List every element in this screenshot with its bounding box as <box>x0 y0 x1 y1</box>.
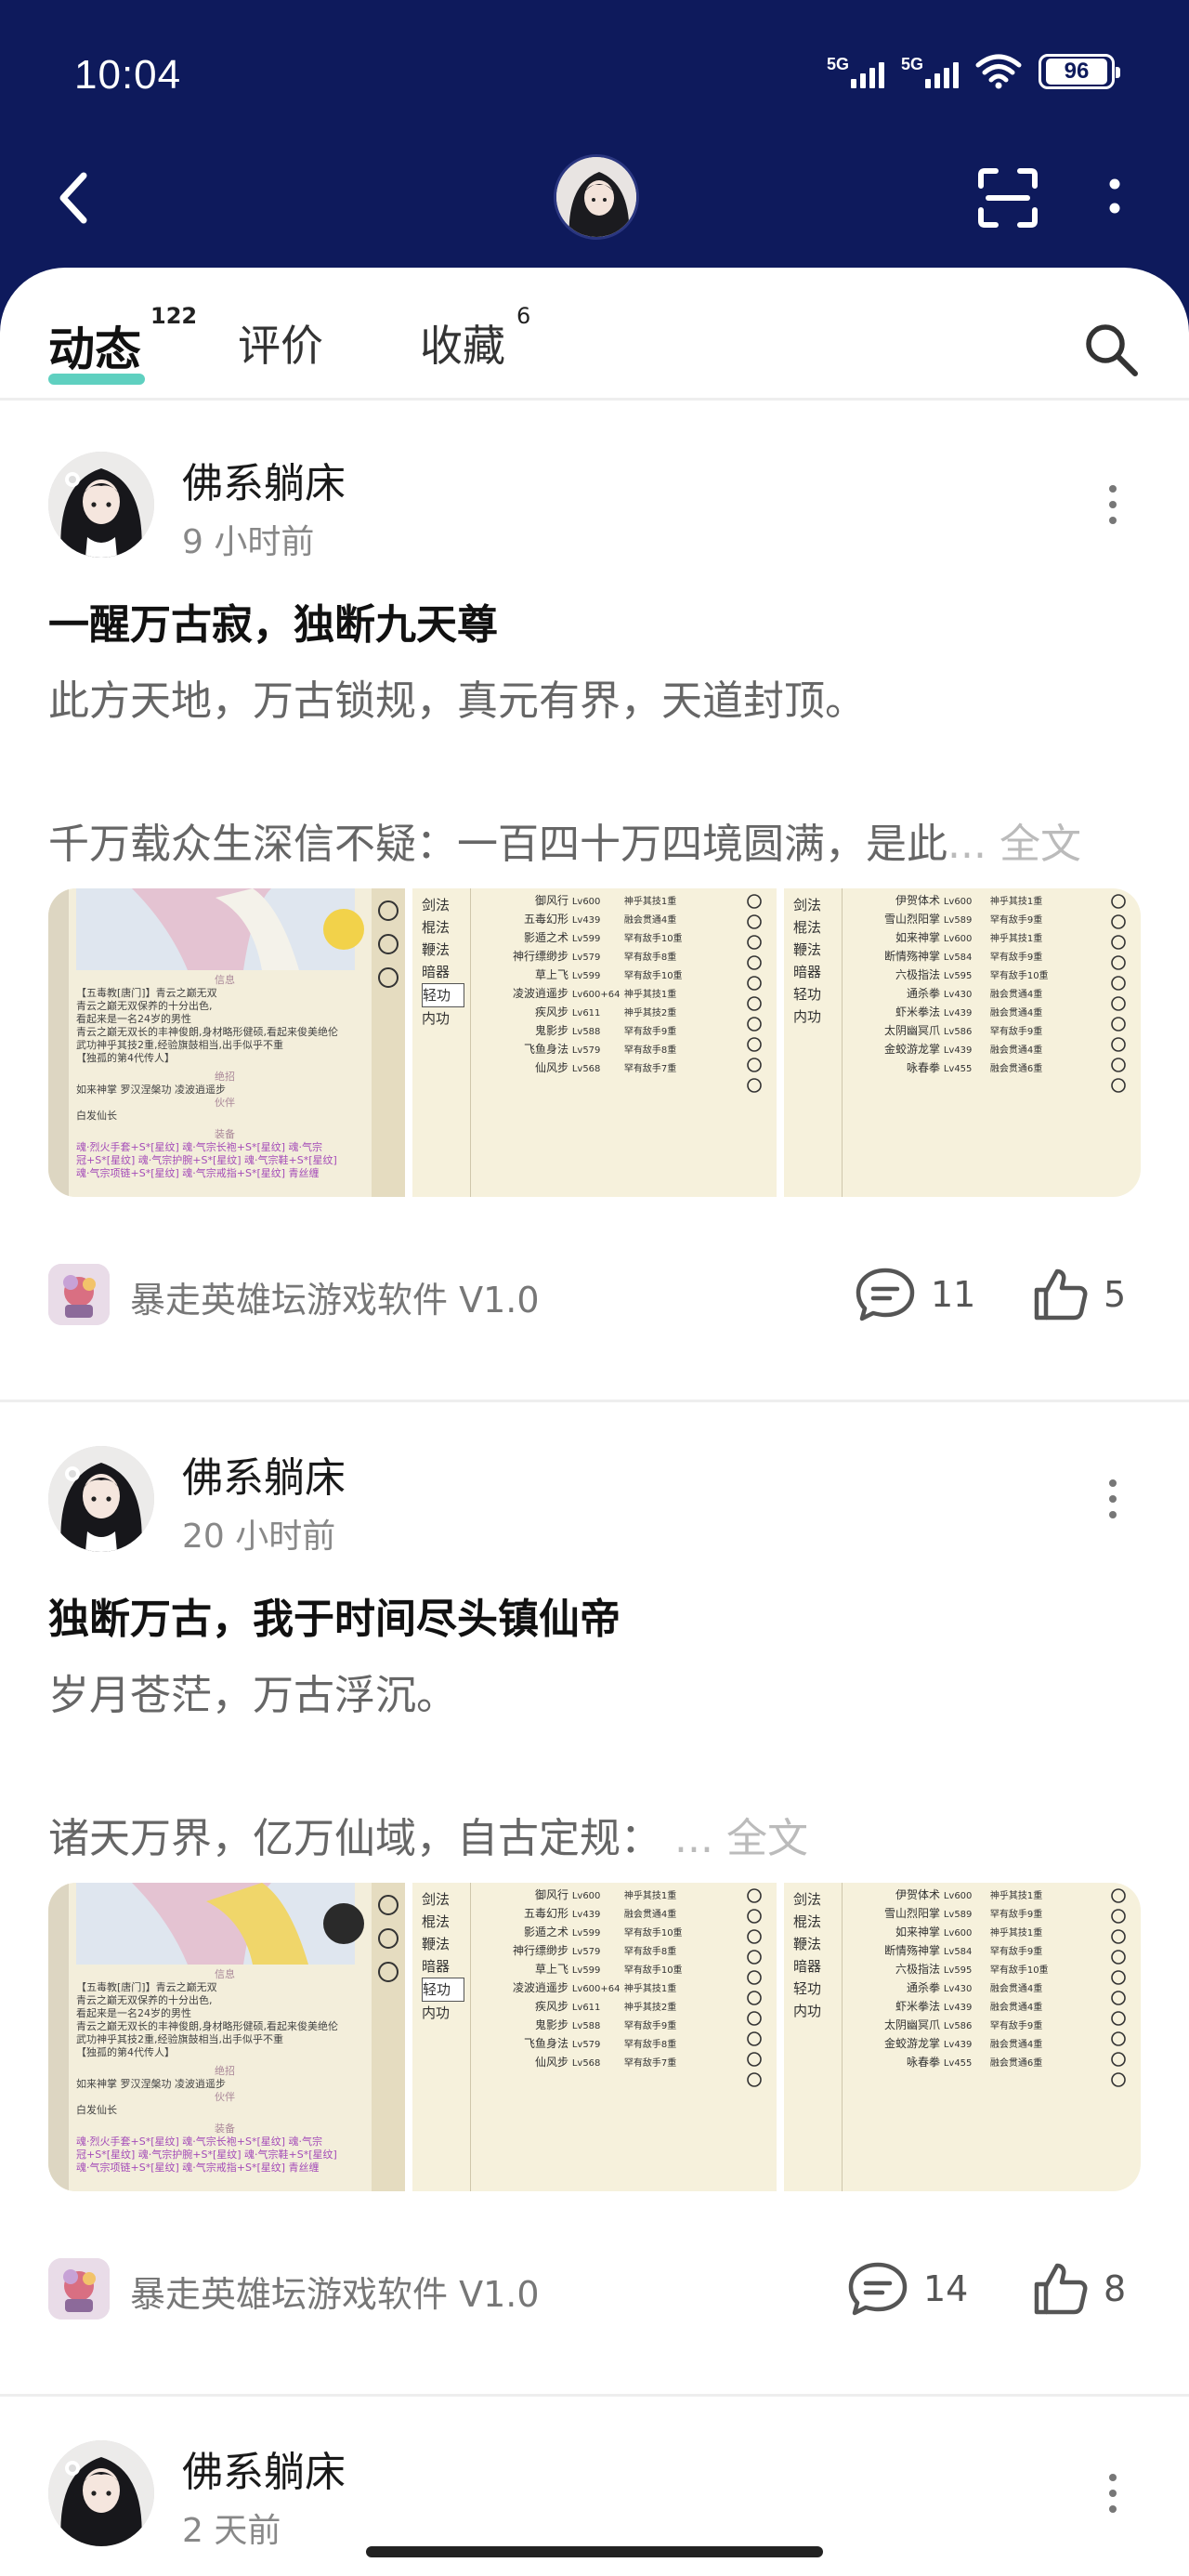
avatar-image <box>556 157 636 237</box>
home-indicator[interactable] <box>366 2546 823 2557</box>
battery-icon: 96 <box>1039 54 1120 89</box>
like-button[interactable]: 5 <box>1031 1262 1126 1327</box>
battery-level: 96 <box>1046 59 1107 85</box>
more-vertical-icon[interactable] <box>1102 2470 1124 2517</box>
game-screenshot-profile[interactable]: 信息 【五毒教[唐门]】青云之巅无双 青云之巅无双保养的十分出色, 看起来是一名… <box>48 888 405 1197</box>
scan-icon[interactable] <box>975 165 1040 230</box>
comment-button[interactable]: 11 <box>855 1262 975 1327</box>
comment-count: 11 <box>931 1274 976 1315</box>
like-button[interactable]: 8 <box>1031 2256 1126 2321</box>
post-time: 9 小时前 <box>182 523 315 561</box>
read-more-link[interactable]: ... 全文 <box>947 821 1081 868</box>
game-screenshot-skills[interactable]: 剑法 棍法 鞭法 暗器 轻功 内功 御风行 Lv600 神乎其技1重 五毒幻形 L… <box>412 1883 777 2191</box>
profile-avatar[interactable] <box>554 154 639 240</box>
like-count: 8 <box>1104 2268 1127 2309</box>
game-screenshot-profile[interactable]: 信息 【五毒教[唐门]】青云之巅无双 青云之巅无双保养的十分出色, 看起来是一名… <box>48 1883 405 2191</box>
app-name: 暴走英雄坛游戏软件 V1.0 <box>130 2274 540 2315</box>
comment-icon <box>848 2262 908 2316</box>
game-screenshot-skills-2[interactable]: 剑法 棍法 鞭法 暗器 轻功 内功 伊贺体术 Lv600 神乎其技1重 雪山烈阳掌… <box>784 888 1141 1197</box>
comment-icon <box>856 1268 915 1321</box>
app-tag[interactable]: 暴走英雄坛游戏软件 V1.0 14 8 <box>48 2253 1141 2327</box>
post-title[interactable]: 一醒万古寂，独断九天尊 <box>48 591 498 651</box>
read-more-link[interactable]: ... 全文 <box>674 1815 808 1862</box>
content-sheet: 动态 122 评价 收藏 6 佛系躺床 9 小时前 一醒万古寂，独断九天尊 此方… <box>0 268 1189 2576</box>
app-tag[interactable]: 暴走英雄坛游戏软件 V1.0 11 5 <box>48 1258 1141 1333</box>
back-button[interactable] <box>48 165 100 230</box>
thumbs-up-icon <box>1034 2263 1088 2315</box>
more-vertical-icon[interactable] <box>1102 1476 1124 1522</box>
thumbs-up-icon <box>1034 1268 1088 1321</box>
tab-dynamic-count: 122 <box>150 303 198 329</box>
app-icon <box>48 1264 110 1325</box>
author-avatar[interactable] <box>48 1446 154 1552</box>
search-icon[interactable] <box>1081 320 1141 379</box>
more-vertical-icon[interactable] <box>1096 167 1133 232</box>
wifi-icon <box>975 54 1022 89</box>
signal-icon: 5G <box>827 55 884 88</box>
post-paragraph: 诸天万界，亿万仙域，自古定规： ... 全文 <box>48 1815 808 1862</box>
post-images[interactable]: 信息 【五毒教[唐门]】青云之巅无双 青云之巅无双保养的十分出色, 看起来是一名… <box>48 888 1141 1197</box>
post-time: 20 小时前 <box>182 1518 336 1556</box>
author-name[interactable]: 佛系躺床 <box>182 450 346 509</box>
post-paragraph: 岁月苍茫，万古浮沉。 <box>48 1672 457 1719</box>
game-screenshot-skills[interactable]: 剑法 棍法 鞭法 暗器 轻功 内功 御风行 Lv600 神乎其技1重 五毒幻形 L… <box>412 888 777 1197</box>
tab-favorites-count: 6 <box>516 303 531 329</box>
signal-icon-2: 5G <box>901 55 959 88</box>
author-name[interactable]: 佛系躺床 <box>182 2438 346 2498</box>
tab-bar: 动态 122 评价 收藏 6 <box>0 268 1189 398</box>
app-name: 暴走英雄坛游戏软件 V1.0 <box>130 1280 540 1321</box>
game-screenshot-skills-2[interactable]: 剑法 棍法 鞭法 暗器 轻功 内功 伊贺体术 Lv600 神乎其技1重 雪山烈阳掌… <box>784 1883 1141 2191</box>
author-name[interactable]: 佛系躺床 <box>182 1444 346 1504</box>
tab-active-indicator <box>48 374 145 385</box>
comment-button[interactable]: 14 <box>847 2256 968 2321</box>
divider <box>0 1400 1189 1402</box>
post-paragraph: 千万载众生深信不疑：一百四十万四境圆满，是此... 全文 <box>48 821 1081 868</box>
comment-count: 14 <box>923 2268 969 2309</box>
like-count: 5 <box>1104 1274 1127 1315</box>
status-icons: 5G 5G 96 <box>827 54 1120 89</box>
divider <box>0 398 1189 401</box>
more-vertical-icon[interactable] <box>1102 481 1124 528</box>
post-images[interactable]: 信息 【五毒教[唐门]】青云之巅无双 青云之巅无双保养的十分出色, 看起来是一名… <box>48 1883 1141 2191</box>
post-title[interactable]: 独断万古，我于时间尽头镇仙帝 <box>48 1585 621 1645</box>
tab-dynamic[interactable]: 动态 122 <box>48 303 197 379</box>
chevron-left-icon <box>59 172 87 224</box>
divider <box>0 2394 1189 2397</box>
post-time: 2 天前 <box>182 2512 281 2550</box>
tab-reviews[interactable]: 评价 <box>238 312 323 374</box>
tab-favorites[interactable]: 收藏 6 <box>420 303 530 374</box>
post-paragraph: 此方天地，万古锁规，真元有界，天道封顶。 <box>48 677 866 725</box>
app-icon <box>48 2258 110 2320</box>
author-avatar[interactable] <box>48 452 154 558</box>
status-bar: 10:04 5G 5G 96 <box>0 0 1189 149</box>
author-avatar[interactable] <box>48 2440 154 2546</box>
status-time: 10:04 <box>74 52 182 98</box>
